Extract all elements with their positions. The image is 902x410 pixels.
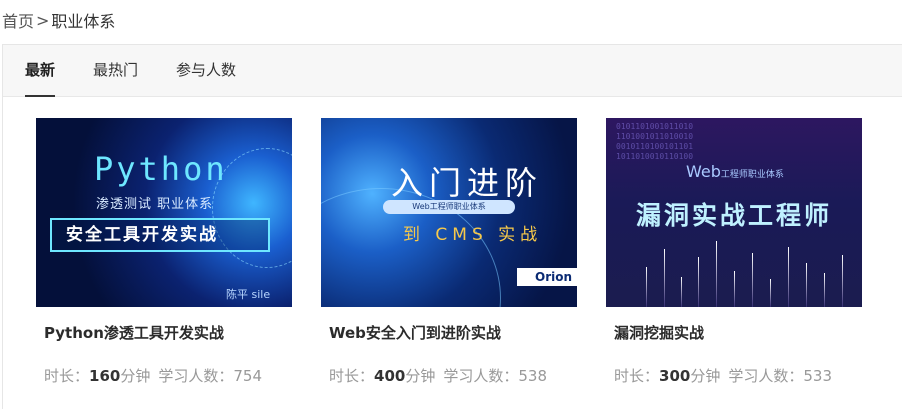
breadcrumb: 首页 > 职业体系 [2, 8, 115, 32]
learners-value: 754 [233, 367, 262, 385]
course-card[interactable]: Python 渗透测试 职业体系 安全工具开发实战 陈平 sile Python… [36, 118, 292, 386]
course-title[interactable]: Python渗透工具开发实战 [36, 322, 292, 343]
tab-participants[interactable]: 参与人数 [176, 44, 236, 96]
learners-value: 538 [518, 367, 547, 385]
learners-label: 学习人数： [443, 367, 519, 385]
course-title[interactable]: 漏洞挖掘实战 [606, 322, 862, 343]
thumb-headline: 入门进阶 [391, 164, 544, 202]
thumb-banner: 安全工具开发实战 [50, 218, 270, 252]
thumb-headline: Python [94, 150, 228, 188]
duration-unit: 分钟 [405, 367, 436, 385]
learners-value: 533 [803, 367, 832, 385]
sort-tabs: 最新 最热门 参与人数 [3, 45, 902, 97]
course-meta: 时长：160分钟 学习人数：754 [36, 365, 292, 386]
thumb-prefix: Web工程师职业体系 [686, 162, 784, 181]
thumb-headline: 漏洞实战工程师 [636, 201, 833, 230]
course-list-panel: 最新 最热门 参与人数 Python 渗透测试 职业体系 安全工具开发实战 陈平… [2, 44, 902, 409]
thumb-pill: Web工程师职业体系 [383, 200, 515, 214]
duration-value: 400 [374, 367, 406, 385]
duration-unit: 分钟 [690, 367, 721, 385]
course-meta: 时长：400分钟 学习人数：538 [321, 365, 577, 386]
breadcrumb-current: 职业体系 [51, 12, 116, 31]
course-card[interactable]: 入门进阶 Web工程师职业体系 到 CMS 实战 Orion Web安全入门到进… [321, 118, 577, 386]
learners-label: 学习人数： [728, 367, 804, 385]
course-cards: Python 渗透测试 职业体系 安全工具开发实战 陈平 sile Python… [3, 118, 902, 410]
thumb-subheadline: 渗透测试 职业体系 [96, 197, 214, 212]
tab-newest[interactable]: 最新 [25, 44, 56, 97]
tab-most-popular[interactable]: 最热门 [93, 44, 138, 96]
course-thumbnail[interactable]: 0101101001011010 1101001011010010 00101101… [606, 118, 862, 307]
thumb-author: 陈平 sile [226, 288, 271, 301]
duration-label: 时长： [44, 367, 90, 385]
course-thumbnail[interactable]: Python 渗透测试 职业体系 安全工具开发实战 陈平 sile [36, 118, 292, 307]
breadcrumb-home-link[interactable]: 首页 [2, 8, 34, 32]
light-bars-graphic [626, 237, 852, 307]
thumb-subheadline: 到 CMS 实战 [403, 225, 543, 245]
duration-label: 时长： [614, 367, 660, 385]
thumb-brand: Orion [517, 268, 577, 286]
course-card[interactable]: 0101101001011010 1101001011010010 00101101… [606, 118, 862, 386]
binary-pattern: 0101101001011010 1101001011010010 00101101… [616, 122, 694, 161]
course-thumbnail[interactable]: 入门进阶 Web工程师职业体系 到 CMS 实战 Orion [321, 118, 577, 307]
duration-value: 300 [659, 367, 691, 385]
duration-value: 160 [89, 367, 121, 385]
learners-label: 学习人数： [158, 367, 234, 385]
course-meta: 时长：300分钟 学习人数：533 [606, 365, 862, 386]
duration-label: 时长： [329, 367, 375, 385]
course-title[interactable]: Web安全入门到进阶实战 [321, 322, 577, 343]
duration-unit: 分钟 [120, 367, 151, 385]
breadcrumb-separator: > [36, 10, 50, 30]
